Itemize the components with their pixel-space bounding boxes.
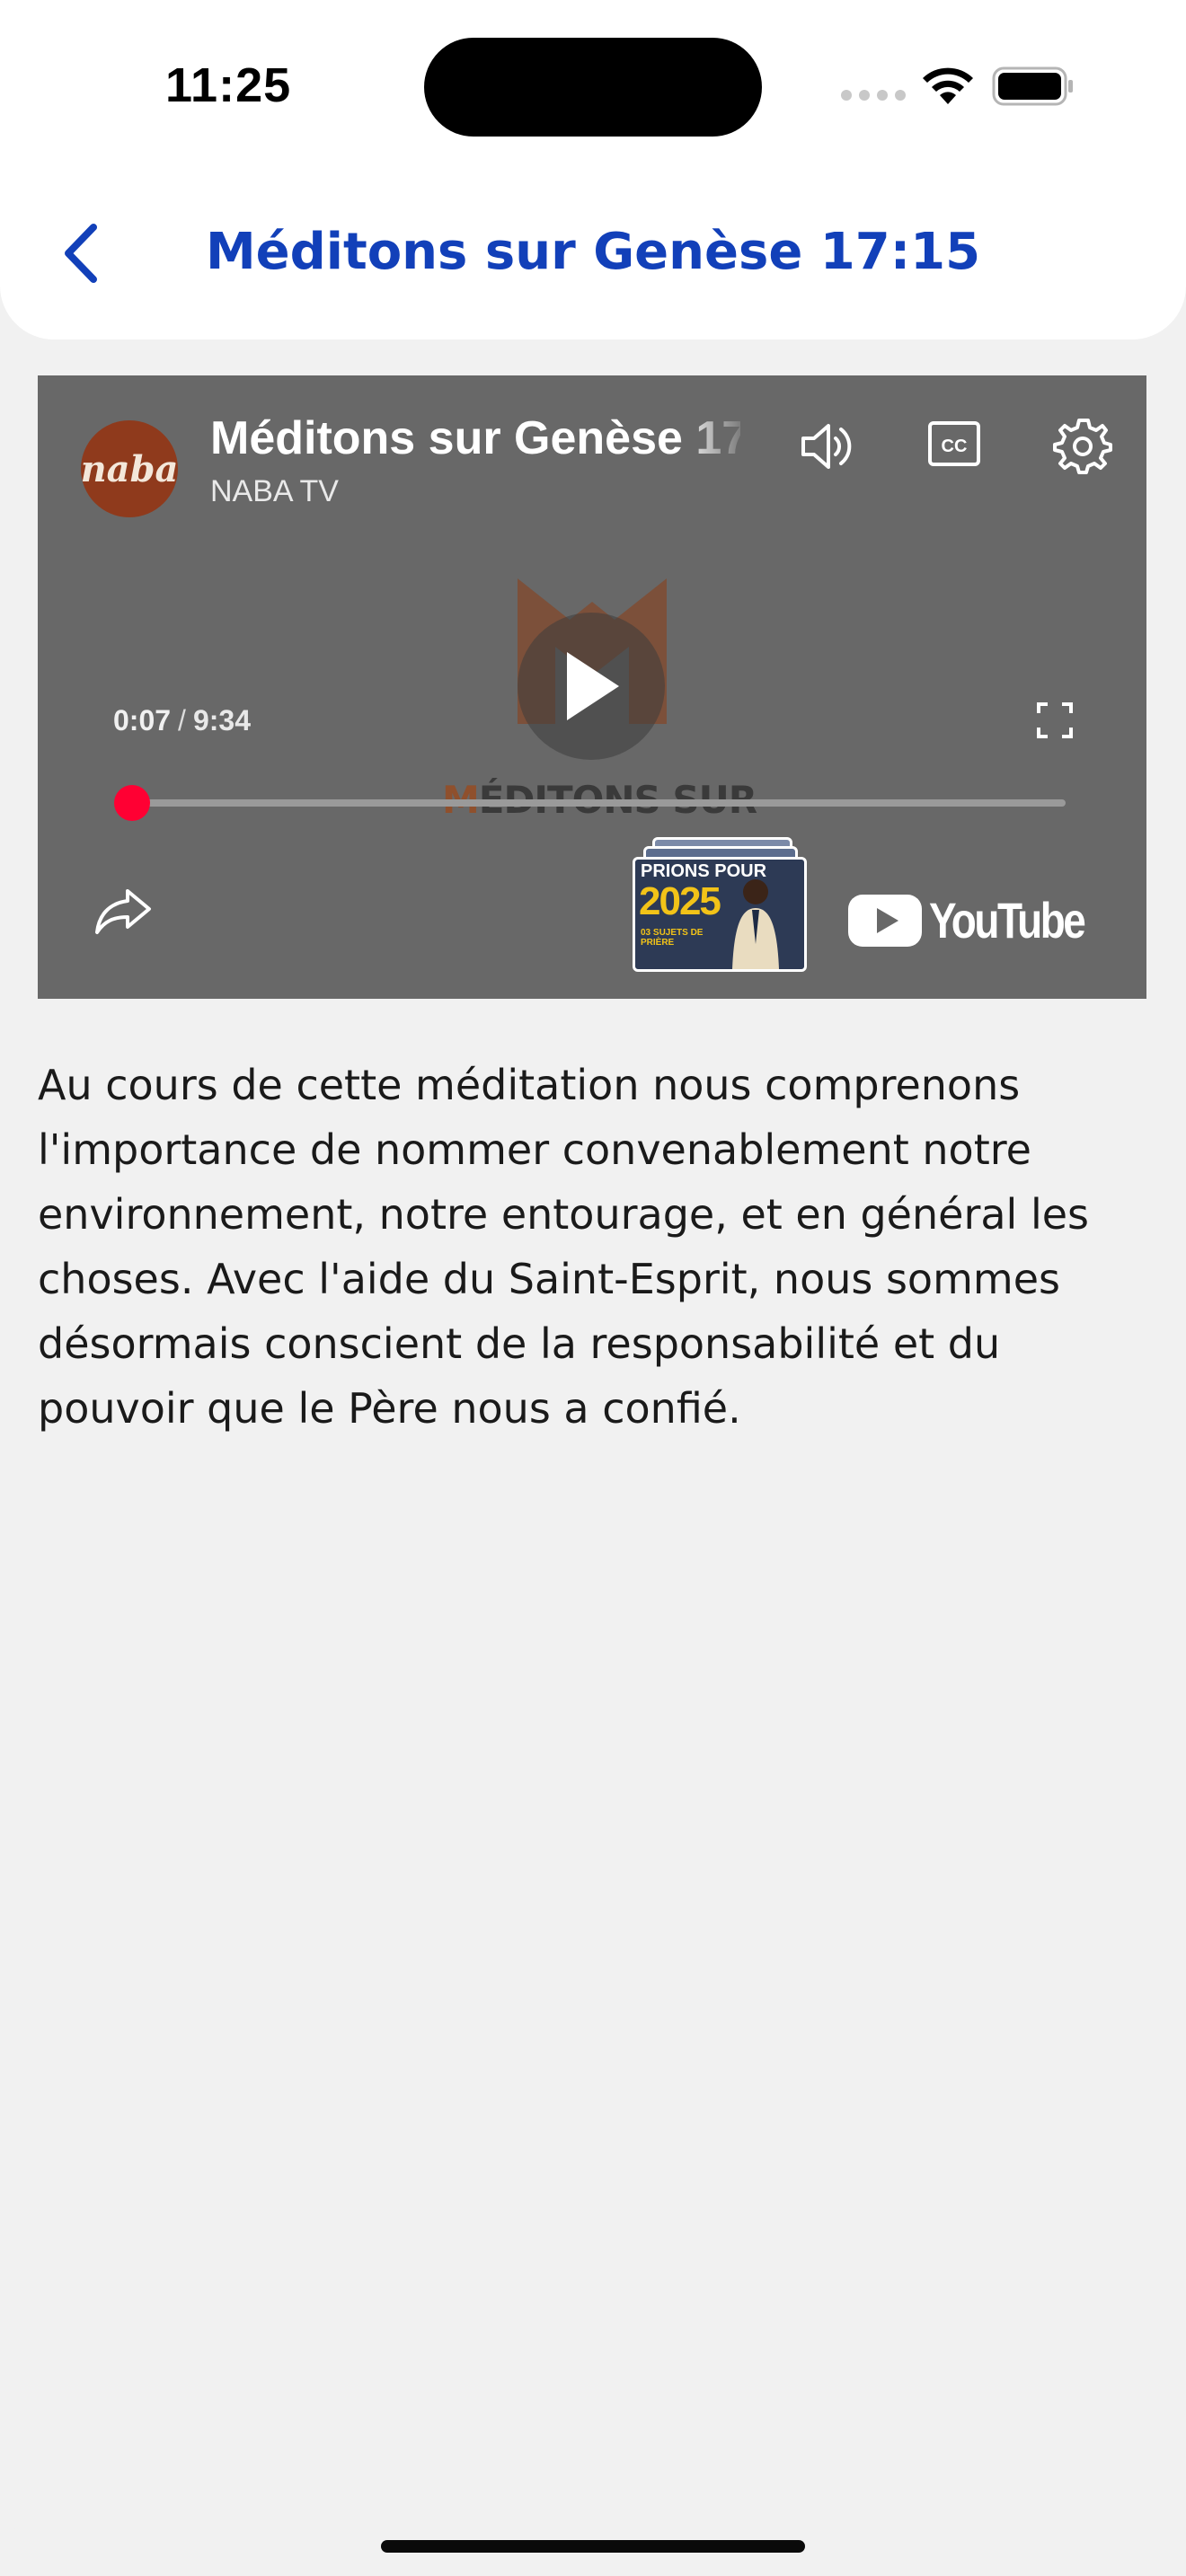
status-time: 11:25 — [165, 58, 292, 112]
play-button[interactable] — [518, 613, 665, 760]
youtube-logo[interactable]: YouTube — [848, 891, 1118, 949]
more-videos-thumbnail[interactable]: PRIONS POUR 2025 03 SUJETS DE PRIÈRE — [633, 837, 807, 972]
chevron-left-icon — [65, 224, 97, 283]
gear-icon[interactable] — [1051, 413, 1114, 476]
suggested-line2: 2025 — [639, 879, 721, 923]
channel-name: NABA TV — [210, 474, 339, 508]
home-indicator[interactable] — [381, 2540, 805, 2553]
svg-text:CC: CC — [942, 437, 968, 456]
current-time: 0:07 — [113, 704, 172, 737]
video-title[interactable]: Méditons sur Genèse 17:15 — [210, 411, 740, 465]
back-button[interactable] — [50, 216, 111, 291]
page-title: Méditons sur Genèse 17:15 — [205, 223, 981, 281]
share-icon[interactable] — [93, 886, 153, 936]
duration: 9:34 — [192, 704, 251, 737]
video-description: Au cours de cette méditation nous compre… — [38, 1061, 1089, 1433]
wifi-icon — [923, 67, 973, 104]
battery-icon — [992, 66, 1073, 106]
suggested-video-card: PRIONS POUR 2025 03 SUJETS DE PRIÈRE — [633, 857, 807, 972]
cc-icon[interactable]: CC — [925, 415, 983, 472]
play-icon — [567, 652, 619, 720]
person-image — [732, 879, 779, 969]
video-player[interactable]: naba Méditons sur Genèse 17:15 NABA TV C… — [38, 375, 1146, 999]
dynamic-island — [424, 38, 762, 137]
suggested-line3: 03 SUJETS DE PRIÈRE — [641, 928, 704, 948]
progress-bar[interactable] — [113, 785, 1066, 821]
app-screen: 11:25 Méditons sur Genèse 17:15 naba Méd… — [0, 0, 1186, 2576]
time-separator: / — [178, 704, 186, 737]
channel-avatar[interactable]: naba — [81, 420, 178, 517]
progress-scrubber[interactable] — [113, 785, 150, 821]
youtube-play-icon — [848, 894, 922, 947]
header: 11:25 Méditons sur Genèse 17:15 — [0, 0, 1186, 340]
volume-icon[interactable] — [796, 415, 859, 478]
time-display: 0:07/9:34 — [113, 704, 251, 737]
fullscreen-icon[interactable] — [1035, 701, 1075, 740]
youtube-wordmark: YouTube — [929, 892, 1086, 948]
cellular-signal-icon — [841, 90, 906, 101]
